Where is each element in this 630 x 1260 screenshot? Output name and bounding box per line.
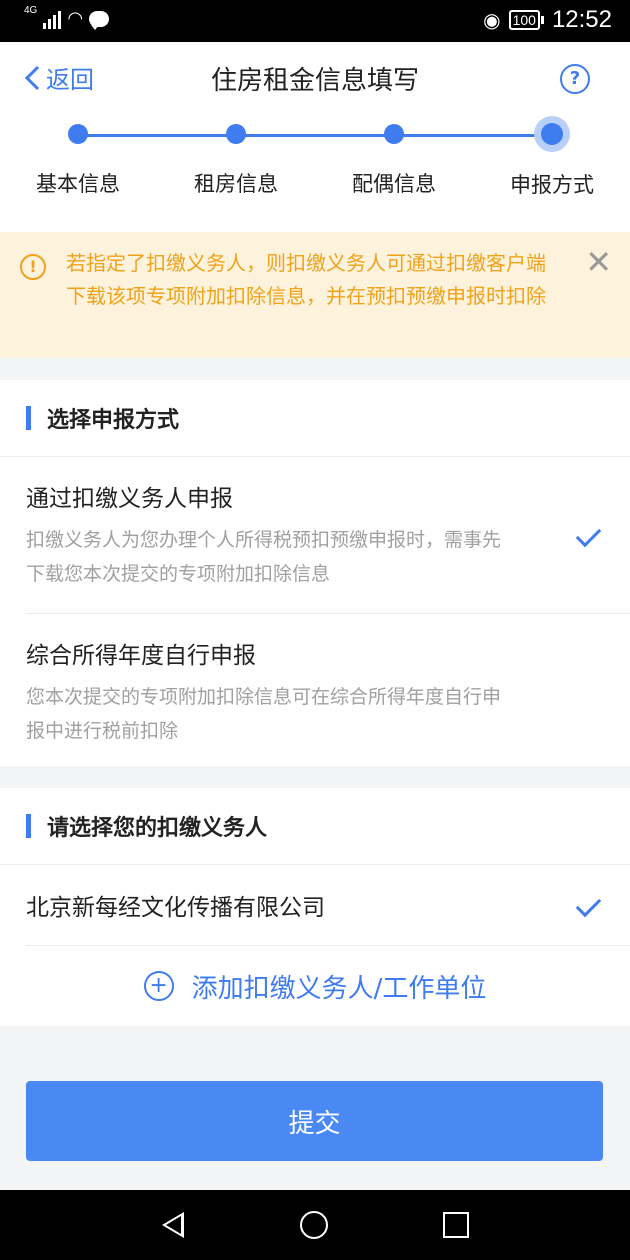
step-rental-info: 租房信息 xyxy=(166,116,306,198)
signal-icon xyxy=(43,9,62,29)
submit-button[interactable]: 提交 xyxy=(26,1081,603,1161)
section-accent-bar xyxy=(26,406,31,430)
battery-level: 100 xyxy=(508,10,540,30)
withholder-section: 请选择您的扣缴义务人 北京新每经文化传播有限公司 + 添加扣缴义务人/工作单位 xyxy=(0,788,630,1026)
warning-icon: ! xyxy=(20,254,46,280)
system-nav-bar xyxy=(0,1190,630,1260)
step-label: 基本信息 xyxy=(36,172,120,196)
option-withholder-report[interactable]: 通过扣缴义务人申报 扣缴义务人为您办理个人所得税预扣预缴申报时，需事先下载您本次… xyxy=(26,457,630,614)
step-label: 配偶信息 xyxy=(352,172,436,196)
section-title: 选择申报方式 xyxy=(47,408,180,433)
check-icon xyxy=(574,895,604,913)
step-dot xyxy=(384,124,404,144)
check-icon xyxy=(574,525,604,543)
step-dot xyxy=(226,124,246,144)
notice-text: 若指定了扣缴义务人，则扣缴义务人可通过扣缴客户端下载该项专项附加扣除信息，并在预… xyxy=(66,251,546,308)
page-title: 住房租金信息填写 xyxy=(210,66,419,96)
status-bar: 4G ◠ ◉ 100 12:52 xyxy=(0,0,630,42)
step-report-method: 申报方式 xyxy=(482,116,622,199)
section-title: 请选择您的扣缴义务人 xyxy=(47,816,268,841)
help-icon[interactable]: ? xyxy=(560,64,590,94)
option-label: 综合所得年度自行申报 xyxy=(26,643,256,669)
nav-home-icon[interactable] xyxy=(300,1211,328,1239)
message-icon xyxy=(89,10,110,30)
step-dot-active xyxy=(541,123,563,145)
progress-steps: 基本信息 租房信息 配偶信息 申报方式 xyxy=(0,116,630,232)
step-spouse-info: 配偶信息 xyxy=(324,116,464,198)
plus-circle-icon: + xyxy=(143,971,174,1001)
steps-connector xyxy=(78,134,552,137)
nav-back-icon[interactable] xyxy=(162,1212,184,1238)
option-annual-self-report[interactable]: 综合所得年度自行申报 您本次提交的专项附加扣除信息可在综合所得年度自行申报中进行… xyxy=(26,614,630,770)
step-label: 申报方式 xyxy=(510,173,594,197)
clock: 12:52 xyxy=(551,6,612,33)
company-name: 北京新每经文化传播有限公司 xyxy=(26,895,325,921)
report-method-section: 选择申报方式 通过扣缴义务人申报 扣缴义务人为您办理个人所得税预扣预缴申报时，需… xyxy=(0,380,630,766)
nav-recent-apps-icon[interactable] xyxy=(443,1212,469,1238)
option-label: 通过扣缴义务人申报 xyxy=(26,486,233,512)
step-basic-info: 基本信息 xyxy=(8,116,148,198)
step-dot xyxy=(68,124,88,144)
option-description: 您本次提交的专项附加扣除信息可在综合所得年度自行申报中进行税前扣除 xyxy=(26,686,502,742)
section-accent-bar xyxy=(26,814,31,838)
close-icon[interactable]: ✕ xyxy=(585,246,612,279)
notice-banner: ! 若指定了扣缴义务人，则扣缴义务人可通过扣缴客户端下载该项专项附加扣除信息，并… xyxy=(0,232,630,358)
wifi-icon: ◠ xyxy=(67,8,84,28)
eye-icon: ◉ xyxy=(483,9,501,32)
section-header: 选择申报方式 xyxy=(0,380,630,457)
option-description: 扣缴义务人为您办理个人所得税预扣预缴申报时，需事先下载您本次提交的专项附加扣除信… xyxy=(26,529,502,585)
section-header: 请选择您的扣缴义务人 xyxy=(0,788,630,865)
add-withholder-label: 添加扣缴义务人/工作单位 xyxy=(191,973,487,1004)
battery-icon: 100 xyxy=(508,10,544,30)
withholder-company-item[interactable]: 北京新每经文化传播有限公司 xyxy=(26,865,630,946)
app-header: 返回 住房租金信息填写 ? xyxy=(0,42,630,117)
add-withholder-button[interactable]: + 添加扣缴义务人/工作单位 xyxy=(0,946,630,1026)
step-label: 租房信息 xyxy=(194,172,278,196)
network-type: 4G xyxy=(24,5,38,16)
